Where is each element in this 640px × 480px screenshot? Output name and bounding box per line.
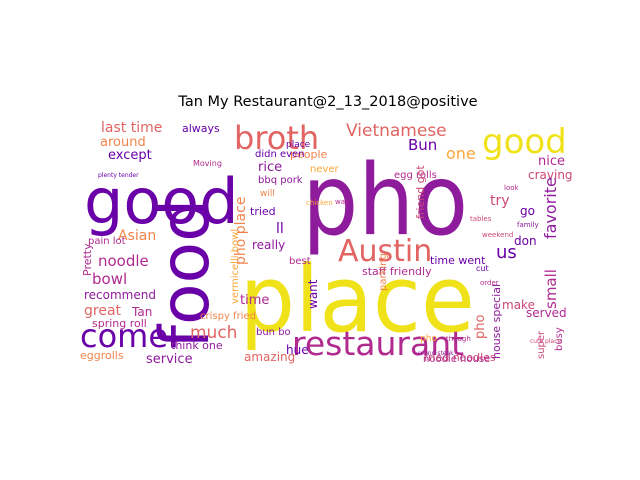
word: pho	[473, 315, 488, 339]
word: think one	[171, 339, 223, 352]
word: never	[310, 164, 340, 175]
word: friend got	[414, 165, 427, 219]
word: best	[289, 256, 311, 267]
word: bowl	[92, 270, 127, 288]
word: order	[480, 279, 499, 287]
chart-title: Tan My Restaurant@2_13_2018@positive	[178, 94, 478, 110]
word: nice	[538, 154, 565, 169]
word: spring roll	[92, 317, 147, 330]
word: staff friendly	[362, 265, 432, 278]
word: will	[260, 189, 275, 199]
word: place	[286, 140, 311, 150]
word: hue	[286, 343, 309, 357]
word: house special	[490, 284, 503, 359]
word: time	[240, 293, 269, 308]
word: tables	[470, 215, 492, 223]
word: except	[108, 148, 152, 163]
word: Pretty	[81, 243, 94, 276]
word: eggrolls	[80, 349, 124, 362]
word: really	[252, 238, 285, 252]
word: want	[306, 279, 320, 309]
word: crispy fried	[200, 311, 256, 322]
figure: Tan My Restaurant@2_13_2018@positive pho…	[0, 0, 640, 480]
word: try	[490, 193, 510, 209]
word: favorite	[541, 177, 560, 239]
word: vermicelli bowl	[230, 229, 241, 304]
word: look	[504, 184, 520, 192]
word: ll	[276, 221, 284, 237]
word: small	[542, 269, 560, 309]
word: noodle	[98, 252, 149, 270]
word-cloud: pho place food good good broth come rest…	[80, 119, 576, 365]
word: always	[182, 122, 220, 135]
word: way	[335, 198, 349, 206]
word: bbq pork	[258, 175, 303, 186]
word: chicken	[306, 199, 333, 207]
word: didn even	[255, 149, 305, 160]
word: recommend	[84, 288, 156, 302]
word: tried	[250, 205, 276, 218]
word: parking	[378, 253, 389, 291]
word: cut	[476, 264, 489, 273]
word: go	[520, 204, 535, 218]
word: round steak	[418, 350, 454, 357]
word: rice	[258, 160, 282, 175]
word: Bun	[408, 136, 437, 154]
word: pho	[420, 334, 437, 344]
word: weekend	[482, 231, 513, 239]
word: last time	[101, 120, 162, 136]
word: plenty tender	[98, 172, 139, 179]
word: service	[146, 352, 193, 365]
word: make	[502, 298, 535, 312]
word: one	[446, 144, 476, 163]
word: cute place	[530, 338, 562, 345]
word: though	[446, 335, 471, 343]
word: Moving	[193, 159, 222, 168]
word: bun bo	[256, 327, 291, 338]
word: don	[514, 234, 537, 248]
word: family	[517, 221, 539, 229]
